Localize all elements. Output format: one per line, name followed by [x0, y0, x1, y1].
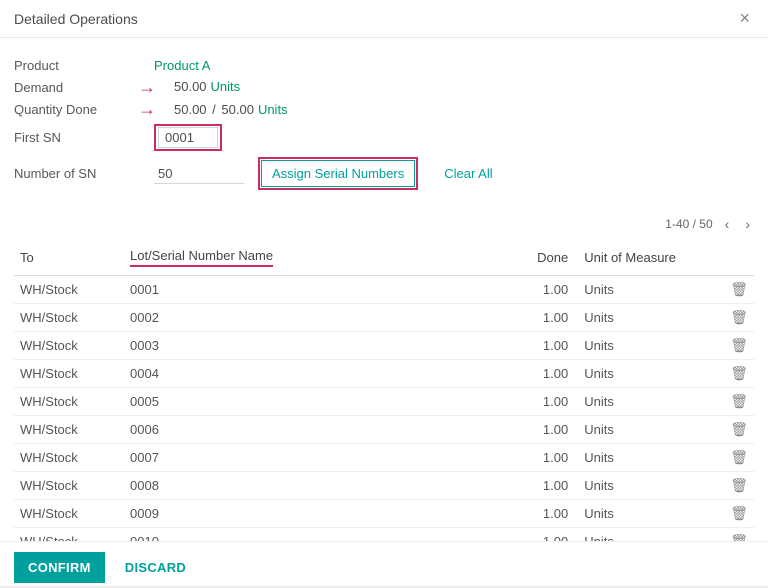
pager: 1-40 / 50 ‹ › — [14, 214, 754, 234]
table-row[interactable]: WH/Stock00031.00Units 🗑 — [14, 332, 754, 360]
col-actions — [724, 240, 754, 276]
cell-lot: 0002 — [124, 304, 504, 332]
trash-icon[interactable]: 🗑 — [730, 309, 748, 325]
first-sn-highlight — [154, 124, 222, 151]
trash-icon[interactable]: 🗑 — [730, 533, 748, 541]
cell-to: WH/Stock — [14, 360, 124, 388]
col-uom[interactable]: Unit of Measure — [574, 240, 724, 276]
modal-header: Detailed Operations × — [0, 0, 768, 38]
product-label: Product — [14, 58, 154, 73]
demand-label: Demand — [14, 80, 154, 95]
modal-footer: CONFIRM DISCARD — [0, 541, 768, 588]
cell-lot: 0006 — [124, 416, 504, 444]
cell-done: 1.00 — [504, 304, 574, 332]
trash-icon[interactable]: 🗑 — [730, 505, 748, 521]
table-row[interactable]: WH/Stock00091.00Units 🗑 — [14, 500, 754, 528]
table-row[interactable]: WH/Stock00061.00Units 🗑 — [14, 416, 754, 444]
cell-uom: Units — [574, 388, 724, 416]
table-row[interactable]: WH/Stock00071.00Units 🗑 — [14, 444, 754, 472]
cell-to: WH/Stock — [14, 500, 124, 528]
col-lot[interactable]: Lot/Serial Number Name — [124, 240, 504, 276]
discard-button[interactable]: DISCARD — [119, 559, 192, 576]
trash-icon[interactable]: 🗑 — [730, 421, 748, 437]
cell-lot: 0010 — [124, 528, 504, 542]
qty-done-value: 50.00 — [174, 102, 207, 117]
cell-done: 1.00 — [504, 416, 574, 444]
cell-uom: Units — [574, 360, 724, 388]
first-sn-label: First SN — [14, 130, 154, 145]
qty-done-unit: Units — [258, 102, 288, 117]
cell-done: 1.00 — [504, 332, 574, 360]
cell-done: 1.00 — [504, 472, 574, 500]
cell-lot: 0007 — [124, 444, 504, 472]
cell-done: 1.00 — [504, 500, 574, 528]
demand-value: 50.00 — [174, 79, 207, 94]
cell-to: WH/Stock — [14, 444, 124, 472]
pager-prev-icon[interactable]: ‹ — [721, 214, 734, 234]
pager-range: 1-40 / 50 — [665, 217, 712, 231]
qty-done-slash: / — [209, 102, 220, 117]
cell-to: WH/Stock — [14, 304, 124, 332]
col-to[interactable]: To — [14, 240, 124, 276]
cell-uom: Units — [574, 332, 724, 360]
cell-done: 1.00 — [504, 276, 574, 304]
trash-icon[interactable]: 🗑 — [730, 281, 748, 297]
cell-done: 1.00 — [504, 444, 574, 472]
table-row[interactable]: WH/Stock00011.00Units 🗑 — [14, 276, 754, 304]
form-grid: Product Product A Demand → 50.00 Units Q… — [14, 58, 754, 190]
cell-uom: Units — [574, 444, 724, 472]
trash-icon[interactable]: 🗑 — [730, 477, 748, 493]
trash-icon[interactable]: 🗑 — [730, 393, 748, 409]
modal-detailed-operations: Detailed Operations × Product Product A … — [0, 0, 768, 588]
cell-uom: Units — [574, 276, 724, 304]
cell-to: WH/Stock — [14, 528, 124, 542]
cell-uom: Units — [574, 528, 724, 542]
modal-body: Product Product A Demand → 50.00 Units Q… — [0, 38, 768, 541]
trash-icon[interactable]: 🗑 — [730, 365, 748, 381]
table-row[interactable]: WH/Stock00081.00Units 🗑 — [14, 472, 754, 500]
cell-uom: Units — [574, 304, 724, 332]
cell-lot: 0003 — [124, 332, 504, 360]
cell-uom: Units — [574, 472, 724, 500]
cell-lot: 0004 — [124, 360, 504, 388]
col-done[interactable]: Done — [504, 240, 574, 276]
cell-to: WH/Stock — [14, 416, 124, 444]
pager-next-icon[interactable]: › — [741, 214, 754, 234]
table-row[interactable]: WH/Stock00041.00Units 🗑 — [14, 360, 754, 388]
num-sn-label: Number of SN — [14, 166, 154, 181]
product-link[interactable]: Product A — [154, 58, 210, 73]
table-row[interactable]: WH/Stock00021.00Units 🗑 — [14, 304, 754, 332]
num-sn-input[interactable] — [154, 164, 244, 184]
modal-title: Detailed Operations — [14, 11, 138, 27]
cell-to: WH/Stock — [14, 472, 124, 500]
cell-uom: Units — [574, 500, 724, 528]
demand-unit: Units — [211, 79, 241, 94]
cell-lot: 0005 — [124, 388, 504, 416]
close-icon[interactable]: × — [735, 8, 754, 29]
clear-all-link[interactable]: Clear All — [444, 166, 492, 181]
assign-highlight: Assign Serial Numbers — [258, 157, 418, 190]
cell-to: WH/Stock — [14, 332, 124, 360]
qty-done-total: 50.00 — [221, 102, 254, 117]
trash-icon[interactable]: 🗑 — [730, 337, 748, 353]
serial-table: To Lot/Serial Number Name Done Unit of M… — [14, 240, 754, 541]
cell-to: WH/Stock — [14, 388, 124, 416]
cell-done: 1.00 — [504, 528, 574, 542]
cell-done: 1.00 — [504, 360, 574, 388]
table-row[interactable]: WH/Stock00101.00Units 🗑 — [14, 528, 754, 542]
qty-done-label: Quantity Done — [14, 102, 154, 117]
trash-icon[interactable]: 🗑 — [730, 449, 748, 465]
confirm-button[interactable]: CONFIRM — [14, 552, 105, 583]
cell-lot: 0008 — [124, 472, 504, 500]
cell-to: WH/Stock — [14, 276, 124, 304]
cell-lot: 0001 — [124, 276, 504, 304]
first-sn-input[interactable] — [158, 127, 218, 148]
assign-serial-numbers-button[interactable]: Assign Serial Numbers — [261, 160, 415, 187]
cell-uom: Units — [574, 416, 724, 444]
col-lot-label: Lot/Serial Number Name — [130, 248, 273, 267]
table-row[interactable]: WH/Stock00051.00Units 🗑 — [14, 388, 754, 416]
cell-done: 1.00 — [504, 388, 574, 416]
cell-lot: 0009 — [124, 500, 504, 528]
